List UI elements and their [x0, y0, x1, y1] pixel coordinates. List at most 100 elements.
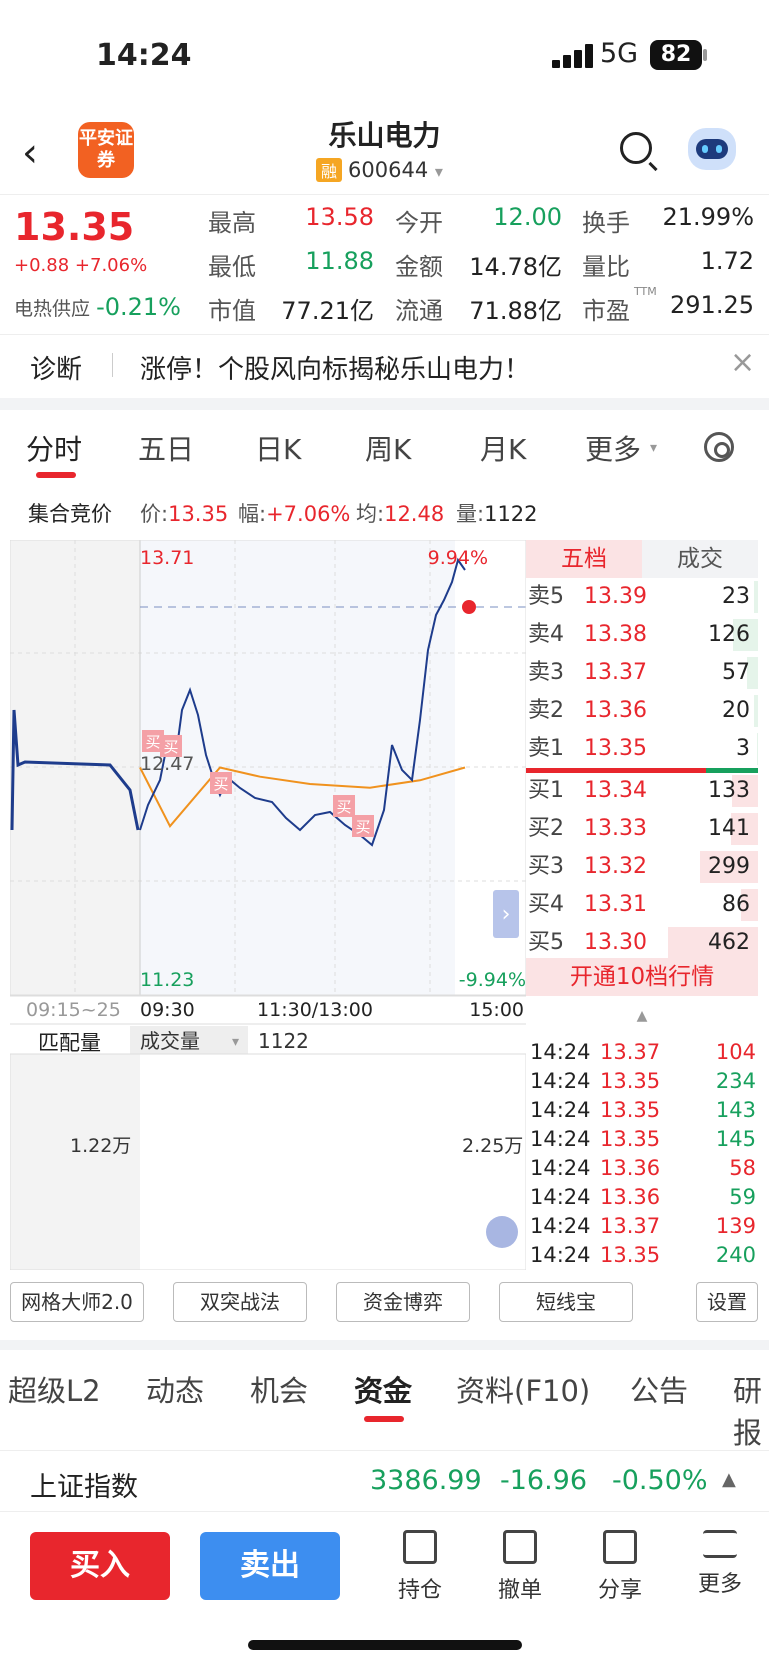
sector-info[interactable]: 电热供应 -0.21% [14, 293, 181, 321]
auction-info: 集合竞价 价:13.35 幅:+7.06% 均:12.48 量:1122 [0, 490, 769, 526]
bid-row: 买3 13.32 299 [526, 848, 758, 886]
level-price: 13.35 [584, 736, 647, 761]
diagnosis-banner[interactable]: 诊断 涨停！个股风向标揭秘乐山电力！ × [0, 334, 769, 398]
bid-ask-ratio-green [706, 768, 758, 773]
subtab-0[interactable]: 超级L2 [8, 1368, 101, 1410]
level-label: 买1 [528, 778, 564, 803]
tab-2[interactable]: 日K [255, 428, 301, 468]
tool-button-3[interactable]: 短线宝 [499, 1282, 633, 1322]
sell-button[interactable]: 卖出 [200, 1532, 340, 1600]
active-subtab-indicator [364, 1416, 404, 1422]
chart-tabs: 分时 五日 日K 周K 月K 更多 ▾ [0, 410, 769, 482]
ask-row: 卖5 13.39 23 [526, 578, 758, 616]
trade-row: 14:24 13.36 58 [530, 1154, 760, 1183]
trade-volume: 240 [715, 1243, 756, 1267]
status-bar: 14:24 5G 82 [0, 0, 769, 110]
subtab-2[interactable]: 机会 [250, 1368, 308, 1410]
level-volume: 57 [722, 660, 750, 685]
assistant-robot-icon[interactable] [688, 128, 736, 170]
stock-code-selector[interactable]: 融 600644 ▾ [316, 158, 443, 182]
tab-4[interactable]: 月K [480, 428, 526, 468]
gear-icon[interactable] [704, 432, 734, 462]
level-label: 卖2 [528, 698, 564, 723]
quote-value: 1.72 [700, 247, 754, 275]
price-change: +0.88 +7.06% [14, 255, 148, 276]
trade-price: 13.36 [600, 1185, 661, 1209]
index-ticker[interactable]: 上证指数 3386.99 -16.96 -0.50% ▲ [0, 1450, 769, 1512]
level-price: 13.38 [584, 622, 647, 647]
tab-1[interactable]: 五日 [138, 428, 194, 468]
trade-time: 14:24 [530, 1185, 591, 1209]
more-button[interactable]: 更多 [680, 1530, 760, 1598]
tool-button-4[interactable]: 设置 [696, 1282, 758, 1322]
trade-time: 14:24 [530, 1243, 591, 1267]
intraday-chart[interactable]: 13.71 9.94% 11.23 -9.94% 12.47 买 买 买 买 买… [10, 540, 526, 1270]
svg-text:买: 买 [145, 733, 160, 751]
level-price: 13.33 [584, 816, 647, 841]
subtab-6[interactable]: 研报 [733, 1368, 769, 1452]
diagnosis-tag: 诊断 [30, 355, 83, 385]
ask-row: 卖4 13.38 126 [526, 616, 758, 654]
subtab-5[interactable]: 公告 [630, 1368, 688, 1410]
ttm-label: TTM [634, 285, 657, 298]
close-icon[interactable]: × [730, 345, 755, 380]
chevron-down-icon: ▾ [232, 1034, 239, 1050]
tab-0[interactable]: 分时 [26, 428, 82, 468]
svg-text:买: 买 [355, 818, 370, 836]
share-button[interactable]: 分享 [580, 1530, 660, 1604]
quote-value: 21.99% [662, 203, 754, 231]
svg-text:买: 买 [163, 738, 178, 756]
index-change: -16.96 [500, 1465, 588, 1496]
quote-label: 市值 [208, 297, 256, 325]
holdings-button[interactable]: 持仓 [380, 1530, 460, 1604]
tool-button-1[interactable]: 双突战法 [173, 1282, 307, 1322]
match-volume-tab: 匹配量 [38, 1031, 101, 1055]
quote-value: 77.21亿 [281, 297, 374, 325]
margin-badge: 融 [316, 158, 343, 182]
quote-label: 最低 [208, 253, 256, 281]
buy-button[interactable]: 买入 [30, 1532, 170, 1600]
trade-volume: 139 [715, 1214, 756, 1238]
chevron-down-icon[interactable]: ▾ [650, 440, 657, 456]
open-10-levels-button[interactable]: 开通10档行情 [526, 958, 758, 996]
level-label: 卖1 [528, 736, 564, 761]
cancel-order-button[interactable]: 撤单 [480, 1530, 560, 1604]
tab-five-levels[interactable]: 五档 [526, 540, 642, 578]
tab-3[interactable]: 周K [365, 428, 411, 468]
chevron-up-icon[interactable]: ▲ [722, 1469, 736, 1490]
subtab-1[interactable]: 动态 [146, 1368, 204, 1410]
level-volume: 462 [708, 930, 750, 955]
trade-time: 14:24 [530, 1040, 591, 1064]
trade-price: 13.35 [600, 1127, 661, 1151]
signal-icon [552, 44, 596, 68]
chevron-up-icon[interactable]: ▲ [526, 1008, 758, 1024]
quote-panel: 13.35 +0.88 +7.06% 电热供应 -0.21% 最高 13.58 今开… [0, 194, 769, 330]
banner-text: 涨停！个股风向标揭秘乐山电力！ [140, 355, 531, 385]
level-label: 卖5 [528, 584, 564, 609]
bid-row: 买1 13.34 133 [526, 772, 758, 810]
quote-label: 流通 [395, 297, 443, 325]
subtab-3[interactable]: 资金 [354, 1368, 412, 1410]
tab-trades[interactable]: 成交 [642, 540, 758, 578]
svg-text:成交量: 成交量 [140, 1029, 200, 1053]
bid-row: 买5 13.30 462 [526, 924, 758, 962]
trade-price: 13.37 [600, 1214, 661, 1238]
detail-tabs: 超级L2 动态 机会 资金 资料(F10) 公告 研报 [0, 1340, 769, 1450]
ask-row: 卖2 13.36 20 [526, 692, 758, 730]
search-icon[interactable] [620, 132, 652, 164]
trade-time: 14:24 [530, 1127, 591, 1151]
trade-row: 14:24 13.35 234 [530, 1067, 760, 1096]
trade-time: 14:24 [530, 1156, 591, 1180]
tab-5[interactable]: 更多 [585, 428, 641, 468]
active-tab-indicator [36, 472, 76, 478]
level-price: 13.32 [584, 854, 647, 879]
trade-row: 14:24 13.37 104 [530, 1038, 760, 1067]
level-volume: 86 [722, 892, 750, 917]
tool-button-2[interactable]: 资金博弈 [336, 1282, 470, 1322]
quote-label: 市盈 [582, 297, 630, 325]
chevron-down-icon: ▾ [434, 162, 443, 181]
last-price-dot [462, 600, 476, 614]
subtab-4[interactable]: 资料(F10) [456, 1368, 590, 1410]
tool-button-0[interactable]: 网格大师2.0 [10, 1282, 144, 1322]
trade-price: 13.36 [600, 1156, 661, 1180]
